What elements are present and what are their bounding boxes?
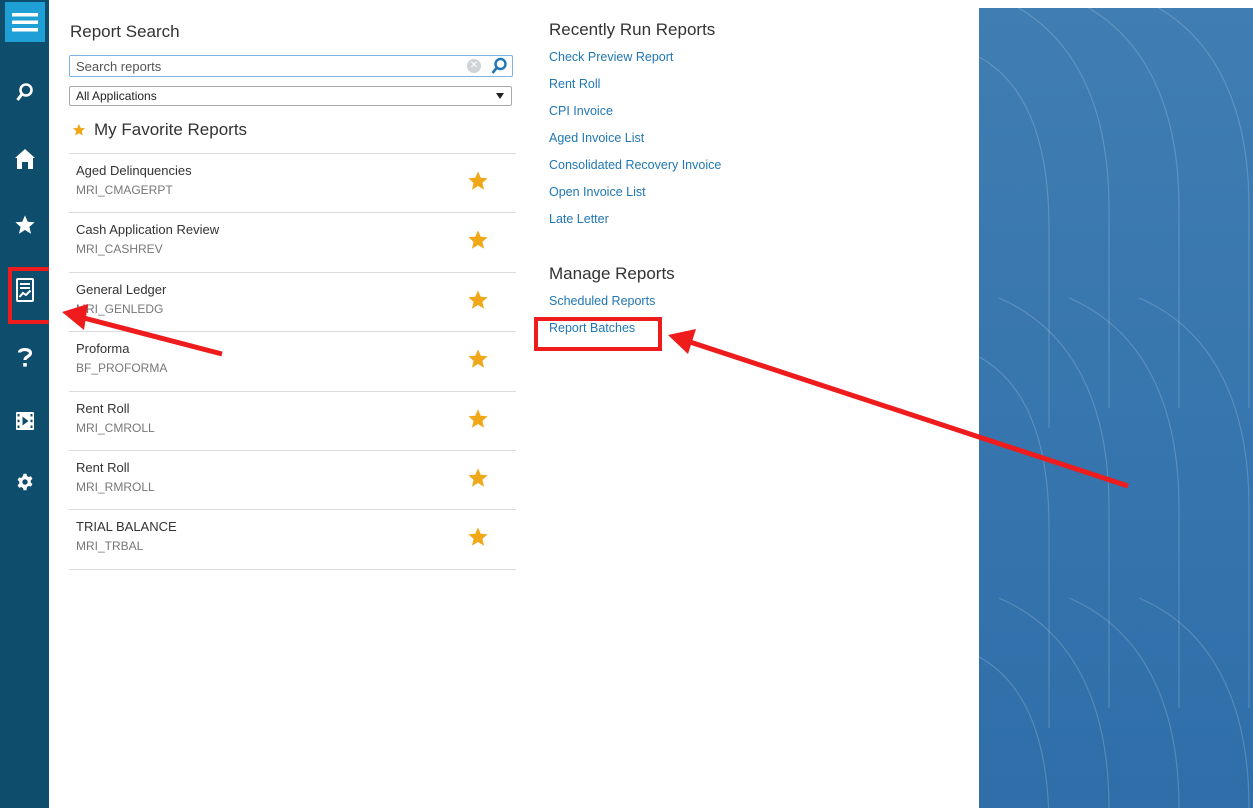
favorite-star-icon[interactable] [467, 526, 489, 548]
report-name[interactable]: Rent Roll [76, 400, 516, 418]
sidebar [0, 0, 54, 808]
list-item[interactable]: Aged Delinquencies MRI_CMAGERPT [69, 154, 516, 214]
manage-reports-title: Manage Reports [549, 264, 675, 283]
menu-icon[interactable] [5, 2, 45, 42]
recent-report-link[interactable]: Consolidated Recovery Invoice [549, 152, 721, 179]
decorative-panel [979, 8, 1253, 808]
report-batches-annotation-box [534, 317, 662, 351]
favorite-star-icon[interactable] [467, 170, 489, 192]
recent-report-link[interactable]: Aged Invoice List [549, 125, 721, 152]
list-item[interactable]: TRIAL BALANCE MRI_TRBAL [69, 510, 516, 570]
report-code: BF_PROFORMA [76, 361, 168, 376]
chevron-down-icon [496, 93, 504, 99]
favorites-title: My Favorite Reports [94, 120, 248, 139]
report-code: MRI_CMAGERPT [76, 183, 173, 197]
help-icon[interactable] [0, 337, 49, 377]
report-name[interactable]: Aged Delinquencies [76, 162, 516, 180]
report-code: MRI_CMROLL [76, 420, 155, 435]
recent-report-link[interactable]: Late Letter [549, 206, 721, 233]
list-item[interactable]: Cash Application Review MRI_CASHREV [69, 213, 516, 273]
report-code: MRI_GENLEDG [76, 301, 164, 316]
search-button-icon[interactable] [490, 57, 508, 75]
recent-report-link[interactable]: Open Invoice List [549, 179, 721, 206]
report-code: MRI_TRBAL [76, 539, 144, 554]
application-select-value: All Applications [76, 89, 157, 103]
scheduled-reports-link[interactable]: Scheduled Reports [549, 288, 675, 315]
search-field[interactable]: ✕ [69, 55, 513, 77]
report-search-title: Report Search [70, 22, 180, 41]
decorative-pattern [979, 8, 1250, 808]
search-icon[interactable] [0, 73, 49, 113]
favorites-list: Aged Delinquencies MRI_CMAGERPT Cash App… [69, 153, 516, 570]
clear-icon[interactable]: ✕ [467, 59, 481, 73]
report-name[interactable]: General Ledger [76, 281, 516, 299]
report-name[interactable]: TRIAL BALANCE [76, 518, 516, 536]
recent-report-link[interactable]: Check Preview Report [549, 44, 721, 71]
list-item[interactable]: Proforma BF_PROFORMA [69, 332, 516, 392]
report-name[interactable]: Rent Roll [76, 459, 516, 477]
list-item[interactable]: General Ledger MRI_GENLEDG [69, 273, 516, 333]
favorite-star-icon[interactable] [467, 229, 489, 251]
list-item[interactable]: Rent Roll MRI_CMROLL [69, 392, 516, 451]
home-icon[interactable] [0, 139, 49, 179]
list-item[interactable]: Rent Roll MRI_RMROLL [69, 451, 516, 511]
report-code: MRI_CASHREV [76, 242, 163, 257]
reports-annotation-box [8, 267, 54, 324]
favorite-star-icon[interactable] [467, 348, 489, 370]
favorites-star-icon [72, 123, 86, 136]
report-name[interactable]: Cash Application Review [76, 221, 516, 239]
recent-reports-section: Recently Run Reports Check Preview Repor… [549, 20, 721, 233]
favorite-star-icon[interactable] [467, 408, 489, 430]
favorite-star-icon[interactable] [467, 289, 489, 311]
search-input[interactable] [70, 56, 450, 76]
report-code: MRI_RMROLL [76, 479, 155, 494]
recent-reports-title: Recently Run Reports [549, 20, 716, 39]
recent-report-link[interactable]: CPI Invoice [549, 98, 721, 125]
report-name[interactable]: Proforma [76, 340, 516, 358]
star-icon[interactable] [0, 205, 49, 245]
recent-reports-list: Check Preview Report Rent Roll CPI Invoi… [549, 44, 721, 233]
favorite-star-icon[interactable] [467, 467, 489, 489]
video-icon[interactable] [0, 401, 49, 441]
application-select[interactable]: All Applications [69, 86, 512, 106]
recent-report-link[interactable]: Rent Roll [549, 71, 721, 98]
gear-icon[interactable] [0, 462, 49, 502]
favorites-header: My Favorite Reports [72, 120, 247, 140]
